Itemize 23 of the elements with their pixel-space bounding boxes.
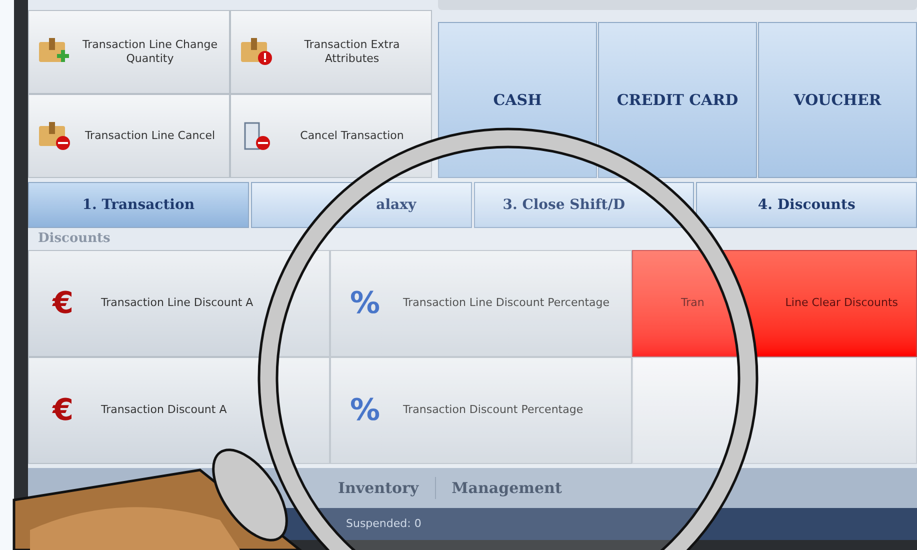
discount-button[interactable]: € Transaction Discount A bbox=[28, 357, 330, 464]
button-label: Tran bbox=[681, 295, 704, 312]
button-label: Line Clear Discounts bbox=[785, 295, 898, 312]
tab[interactable]: 4. Discounts bbox=[696, 182, 917, 228]
action-button[interactable]: Transaction Line Change Quantity bbox=[28, 10, 230, 94]
group-title: Discounts bbox=[38, 230, 110, 248]
action-button[interactable]: Transaction Line Cancel bbox=[28, 94, 230, 178]
discount-button[interactable]: % Transaction Discount Percentage bbox=[330, 357, 632, 464]
euro-icon: € bbox=[41, 281, 85, 326]
percent-icon: % bbox=[343, 281, 387, 326]
clear-discounts-button[interactable]: Tran Line Clear Discounts bbox=[632, 250, 917, 357]
payment-button[interactable]: VOUCHER bbox=[758, 22, 917, 178]
tab[interactable]: 1. Transaction bbox=[28, 182, 249, 228]
package-icon bbox=[239, 36, 273, 68]
discount-button[interactable]: € Transaction Line Discount A bbox=[28, 250, 330, 357]
action-button[interactable]: Cancel Transaction bbox=[230, 94, 432, 178]
discount-button[interactable]: % Transaction Line Discount Percentage bbox=[330, 250, 632, 357]
percent-icon: % bbox=[343, 388, 387, 433]
status-text: Suspended: 0 bbox=[346, 516, 422, 532]
action-button[interactable]: Transaction Extra Attributes bbox=[230, 10, 432, 94]
package-icon bbox=[37, 120, 71, 152]
payment-button[interactable]: CREDIT CARD bbox=[598, 22, 757, 178]
euro-icon: € bbox=[41, 388, 85, 433]
